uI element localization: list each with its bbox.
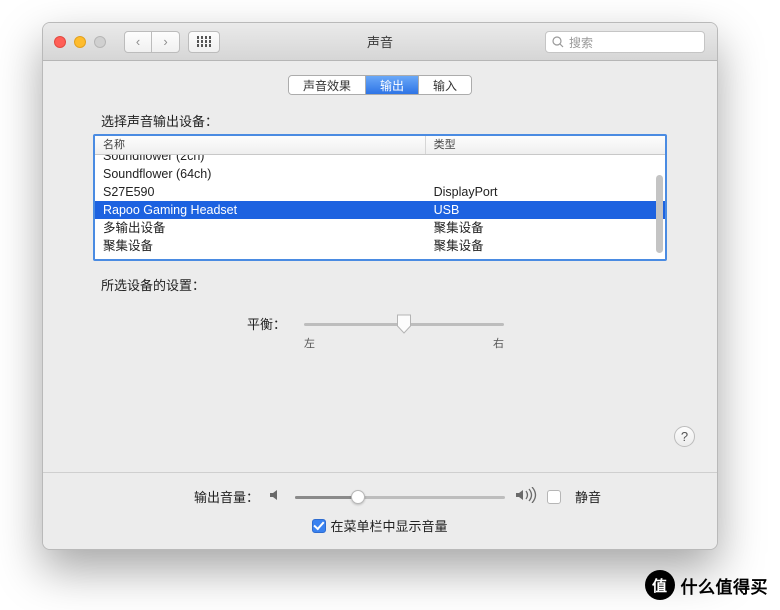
search-placeholder: 搜索 (569, 34, 593, 51)
device-name: 多输出设备 (95, 219, 426, 237)
speaker-high-icon (515, 487, 537, 506)
volume-knob[interactable] (351, 490, 365, 504)
device-name: Soundflower (64ch) (95, 165, 426, 183)
table-row[interactable]: Soundflower (2ch) (95, 155, 665, 165)
traffic-lights (54, 36, 106, 48)
balance-right-label: 右 (493, 335, 504, 351)
content-area: 声音效果 输出 输入 选择声音输出设备： 名称 类型 Soundflower (… (43, 75, 717, 351)
balance-slider[interactable] (304, 315, 504, 333)
device-type (426, 155, 665, 165)
device-type: USB (426, 201, 665, 219)
device-table: 名称 类型 Soundflower (2ch) Soundflower (64c… (93, 134, 667, 261)
close-window-button[interactable] (54, 36, 66, 48)
table-row[interactable]: S27E590 DisplayPort (95, 183, 665, 201)
tab-sound-effects[interactable]: 声音效果 (289, 76, 366, 94)
table-row[interactable]: 多输出设备 聚集设备 (95, 219, 665, 237)
volume-fill (295, 496, 358, 499)
balance-left-label: 左 (304, 335, 315, 351)
back-button[interactable]: ‹ (124, 31, 152, 53)
tab-bar: 声音效果 输出 输入 (43, 75, 717, 95)
output-volume-label: 输出音量： (159, 487, 259, 506)
chevron-right-icon: › (163, 34, 167, 49)
column-type-header[interactable]: 类型 (426, 136, 665, 154)
mute-checkbox[interactable] (547, 490, 561, 504)
help-icon: ? (681, 429, 688, 444)
grid-icon (197, 36, 212, 47)
balance-label: 平衡： (216, 314, 286, 333)
device-name: S27E590 (95, 183, 426, 201)
tab-output[interactable]: 输出 (366, 76, 419, 94)
table-row-selected[interactable]: Rapoo Gaming Headset USB (95, 201, 665, 219)
select-device-label: 选择声音输出设备： (101, 111, 717, 130)
output-volume-slider[interactable] (295, 489, 505, 505)
show-in-menubar-checkbox[interactable] (312, 519, 326, 533)
search-icon (552, 36, 564, 48)
balance-row: 平衡： (43, 314, 717, 333)
device-type (426, 165, 665, 183)
table-row[interactable]: Soundflower (64ch) (95, 165, 665, 183)
tab-input[interactable]: 输入 (419, 76, 471, 94)
watermark-text: 什么值得买 (681, 573, 769, 598)
output-volume-row: 输出音量： 静音 (43, 487, 717, 506)
table-body: Soundflower (2ch) Soundflower (64ch) S27… (95, 155, 665, 259)
show-in-menubar-label: 在菜单栏中显示音量 (330, 516, 447, 535)
device-name: Rapoo Gaming Headset (95, 201, 426, 219)
device-type: 聚集设备 (426, 237, 665, 255)
device-type: DisplayPort (426, 183, 665, 201)
chevron-left-icon: ‹ (136, 34, 140, 49)
titlebar: ‹ › 声音 搜索 (43, 23, 717, 61)
device-type: 聚集设备 (426, 219, 665, 237)
speaker-low-icon (269, 488, 285, 505)
scrollbar[interactable] (656, 157, 663, 257)
balance-lr-labels: 左 右 (43, 335, 717, 351)
minimize-window-button[interactable] (74, 36, 86, 48)
mute-label: 静音 (575, 487, 601, 506)
table-row[interactable]: 聚集设备 聚集设备 (95, 237, 665, 255)
device-name: Soundflower (2ch) (95, 155, 426, 165)
show-all-button[interactable] (188, 31, 220, 53)
watermark-badge: 值 (645, 570, 675, 600)
device-name: 聚集设备 (95, 237, 426, 255)
help-button[interactable]: ? (674, 426, 695, 447)
slider-knob[interactable] (397, 314, 412, 334)
menubar-volume-row: 在菜单栏中显示音量 (43, 516, 717, 535)
watermark: 值 什么值得买 (645, 570, 769, 600)
footer: 输出音量： 静音 在菜单栏中显示音量 (43, 472, 717, 549)
column-name-header[interactable]: 名称 (95, 136, 426, 154)
forward-button[interactable]: › (152, 31, 180, 53)
search-input[interactable]: 搜索 (545, 31, 705, 53)
scroll-thumb[interactable] (656, 175, 663, 253)
zoom-window-button (94, 36, 106, 48)
table-header: 名称 类型 (95, 136, 665, 155)
nav-buttons: ‹ › (124, 31, 180, 53)
sound-preferences-window: ‹ › 声音 搜索 声音效果 输出 输入 选择声音输出设备： (42, 22, 718, 550)
device-settings-label: 所选设备的设置： (101, 275, 717, 294)
